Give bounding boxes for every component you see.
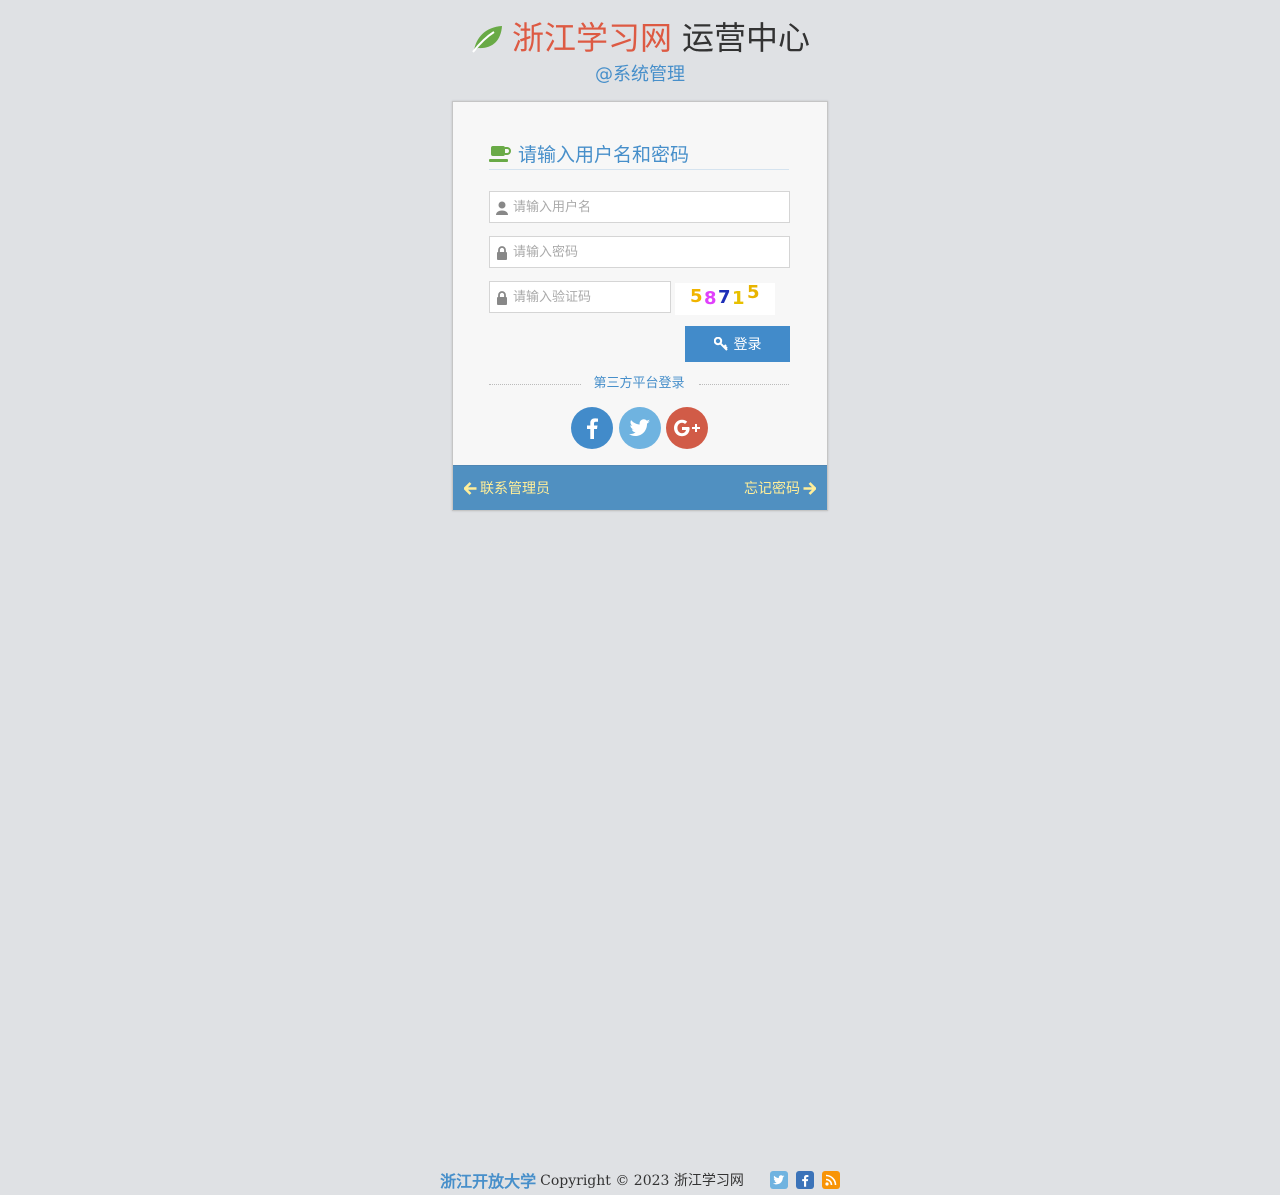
captcha-image[interactable]: 58715 [675, 282, 775, 315]
captcha-digit: 5 [690, 286, 703, 307]
password-input[interactable] [513, 237, 785, 267]
login-title-text: 请输入用户名和密码 [518, 144, 690, 166]
page-footer: 浙江开放大学 Copyright © 2023 浙江学习网 [0, 1166, 1280, 1194]
lock-icon [497, 291, 507, 305]
contact-admin-link[interactable]: 联系管理员 [464, 466, 550, 510]
login-toolbar: 联系管理员 忘记密码 [453, 465, 827, 510]
brand-suffix: 运营中心 [682, 19, 811, 57]
header: 浙江学习网 运营中心 @系统管理 [0, 14, 1280, 88]
facebook-icon [587, 418, 598, 439]
rss-square-icon[interactable] [821, 1171, 840, 1189]
password-field [489, 236, 790, 268]
third-party-label: 第三方平台登录 [585, 376, 693, 391]
twitter-square-icon[interactable] [769, 1171, 788, 1189]
coffee-icon [489, 145, 511, 162]
lock-icon [497, 246, 507, 260]
twitter-login-button[interactable] [619, 407, 661, 449]
captcha-digit: 7 [718, 287, 731, 308]
login-box: 请输入用户名和密码 58715 登录 第三方平台登 [452, 101, 828, 511]
twitter-icon [629, 419, 650, 436]
arrow-right-icon [803, 481, 816, 495]
third-party-divider: 第三方平台登录 [489, 374, 789, 394]
brand-title: 浙江学习网 运营中心 [470, 14, 810, 62]
login-button[interactable]: 登录 [685, 326, 790, 362]
university-name: 浙江开放大学 [440, 1172, 537, 1191]
captcha-field [489, 281, 671, 313]
captcha-input[interactable] [513, 282, 666, 312]
copyright-text: Copyright © 2023 浙江学习网 [540, 1173, 744, 1189]
captcha-digits: 58715 [690, 282, 760, 309]
facebook-square-icon[interactable] [795, 1171, 814, 1189]
google-plus-login-button[interactable] [666, 407, 708, 449]
key-icon [713, 337, 728, 351]
brand-name: 浙江学习网 [511, 19, 672, 57]
login-title: 请输入用户名和密码 [489, 138, 789, 170]
arrow-left-icon [464, 481, 477, 495]
page-subtitle: @系统管理 [595, 64, 685, 85]
captcha-digit: 5 [747, 283, 760, 303]
captcha-digit: 8 [704, 288, 717, 309]
captcha-digit: 1 [732, 288, 745, 309]
username-field [489, 191, 790, 223]
leaf-icon [472, 26, 502, 53]
facebook-login-button[interactable] [571, 407, 613, 449]
user-icon [496, 201, 508, 215]
forgot-password-link[interactable]: 忘记密码 [744, 466, 816, 510]
forgot-password-label: 忘记密码 [744, 481, 800, 497]
google-plus-icon [674, 419, 700, 437]
footer-social-icons [762, 1171, 840, 1189]
username-input[interactable] [513, 192, 785, 222]
login-button-label: 登录 [733, 336, 762, 352]
contact-admin-label: 联系管理员 [480, 481, 550, 497]
